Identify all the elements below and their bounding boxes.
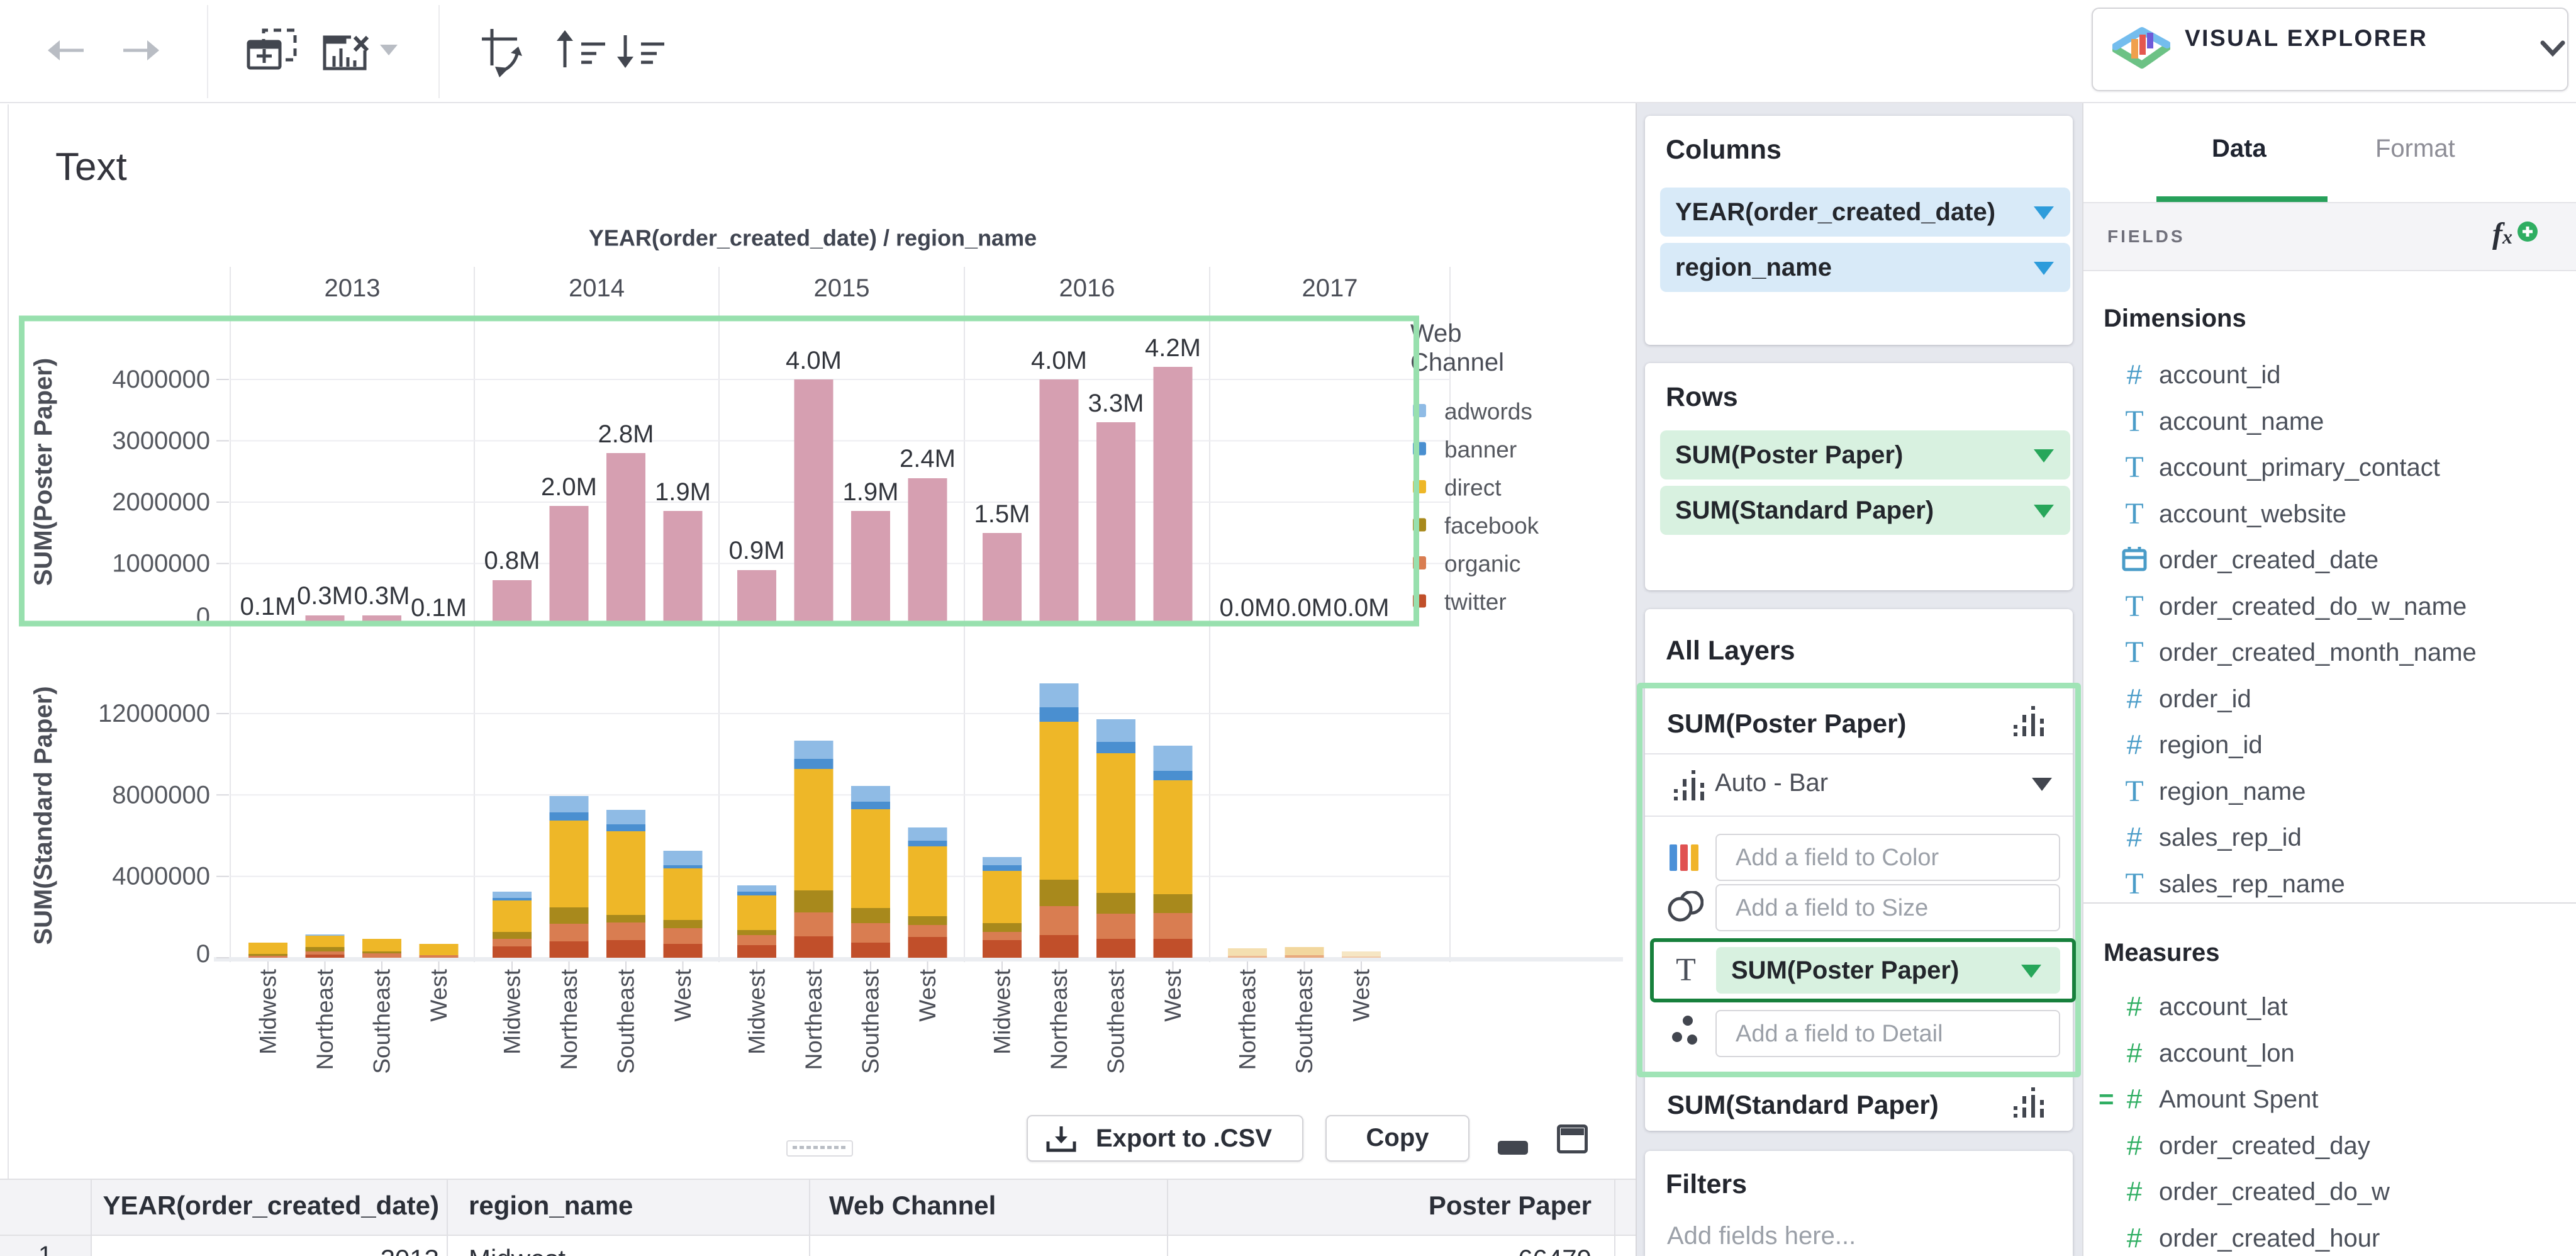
svg-text:YEAR(order_created_date) / reg: YEAR(order_created_date) / region_name bbox=[589, 225, 1037, 251]
svg-text:4000000: 4000000 bbox=[112, 863, 210, 890]
svg-text:adwords: adwords bbox=[1444, 399, 1532, 425]
svg-text:0.9M: 0.9M bbox=[729, 537, 785, 564]
svg-text:West: West bbox=[1160, 968, 1186, 1021]
svg-text:West: West bbox=[426, 968, 452, 1021]
svg-text:4.2M: 4.2M bbox=[1145, 334, 1201, 362]
svg-text:1.9M: 1.9M bbox=[655, 478, 711, 506]
svg-text:Northeast: Northeast bbox=[1046, 968, 1072, 1070]
svg-text:Southeast: Southeast bbox=[613, 968, 639, 1074]
svg-text:direct: direct bbox=[1444, 475, 1502, 501]
svg-text:Northeast: Northeast bbox=[801, 968, 827, 1070]
svg-text:Southeast: Southeast bbox=[369, 968, 395, 1074]
svg-text:Midwest: Midwest bbox=[744, 968, 770, 1054]
svg-text:8000000: 8000000 bbox=[112, 781, 210, 809]
svg-text:West: West bbox=[915, 968, 940, 1021]
svg-text:0.0M: 0.0M bbox=[1334, 594, 1390, 622]
svg-text:Midwest: Midwest bbox=[255, 968, 281, 1054]
svg-text:West: West bbox=[670, 968, 696, 1021]
svg-text:2015: 2015 bbox=[814, 274, 870, 302]
svg-text:West: West bbox=[1349, 968, 1374, 1021]
svg-text:4.0M: 4.0M bbox=[1031, 347, 1087, 374]
svg-text:2017: 2017 bbox=[1302, 274, 1358, 302]
svg-text:0.3M: 0.3M bbox=[297, 582, 353, 610]
svg-text:SUM(Standard Paper): SUM(Standard Paper) bbox=[30, 686, 57, 945]
svg-text:0: 0 bbox=[196, 940, 210, 968]
svg-text:Northeast: Northeast bbox=[312, 968, 338, 1070]
svg-text:1.5M: 1.5M bbox=[974, 500, 1030, 528]
svg-text:2.0M: 2.0M bbox=[541, 473, 597, 501]
svg-text:facebook: facebook bbox=[1444, 513, 1539, 539]
svg-text:Northeast: Northeast bbox=[556, 968, 582, 1070]
svg-text:organic: organic bbox=[1444, 551, 1520, 577]
svg-text:0.1M: 0.1M bbox=[240, 593, 296, 620]
svg-text:banner: banner bbox=[1444, 437, 1517, 463]
svg-text:2.4M: 2.4M bbox=[900, 445, 956, 473]
svg-text:2013: 2013 bbox=[325, 274, 381, 302]
svg-text:0.0M: 0.0M bbox=[1220, 594, 1276, 622]
svg-text:Midwest: Midwest bbox=[990, 968, 1015, 1054]
svg-text:Southeast: Southeast bbox=[1103, 968, 1129, 1074]
svg-text:Channel: Channel bbox=[1410, 349, 1504, 376]
svg-text:2014: 2014 bbox=[569, 274, 625, 302]
svg-text:1.9M: 1.9M bbox=[843, 478, 899, 506]
svg-text:0.3M: 0.3M bbox=[354, 582, 410, 610]
svg-text:Southeast: Southeast bbox=[1291, 968, 1317, 1074]
svg-text:twitter: twitter bbox=[1444, 589, 1507, 615]
svg-text:0.1M: 0.1M bbox=[411, 594, 467, 622]
svg-text:12000000: 12000000 bbox=[98, 700, 210, 727]
svg-text:1000000: 1000000 bbox=[112, 550, 210, 578]
svg-text:0.8M: 0.8M bbox=[484, 547, 540, 575]
svg-text:2000000: 2000000 bbox=[112, 488, 210, 516]
svg-text:Southeast: Southeast bbox=[858, 968, 884, 1074]
svg-text:Northeast: Northeast bbox=[1235, 968, 1261, 1070]
svg-text:2016: 2016 bbox=[1059, 274, 1115, 302]
svg-text:4.0M: 4.0M bbox=[786, 347, 842, 374]
svg-text:SUM(Poster Paper): SUM(Poster Paper) bbox=[30, 358, 57, 586]
svg-text:Midwest: Midwest bbox=[499, 968, 525, 1054]
svg-text:4000000: 4000000 bbox=[112, 366, 210, 393]
svg-text:3.3M: 3.3M bbox=[1088, 390, 1144, 417]
svg-text:2.8M: 2.8M bbox=[598, 420, 654, 448]
svg-text:3000000: 3000000 bbox=[112, 427, 210, 455]
svg-text:0.0M: 0.0M bbox=[1276, 594, 1332, 622]
